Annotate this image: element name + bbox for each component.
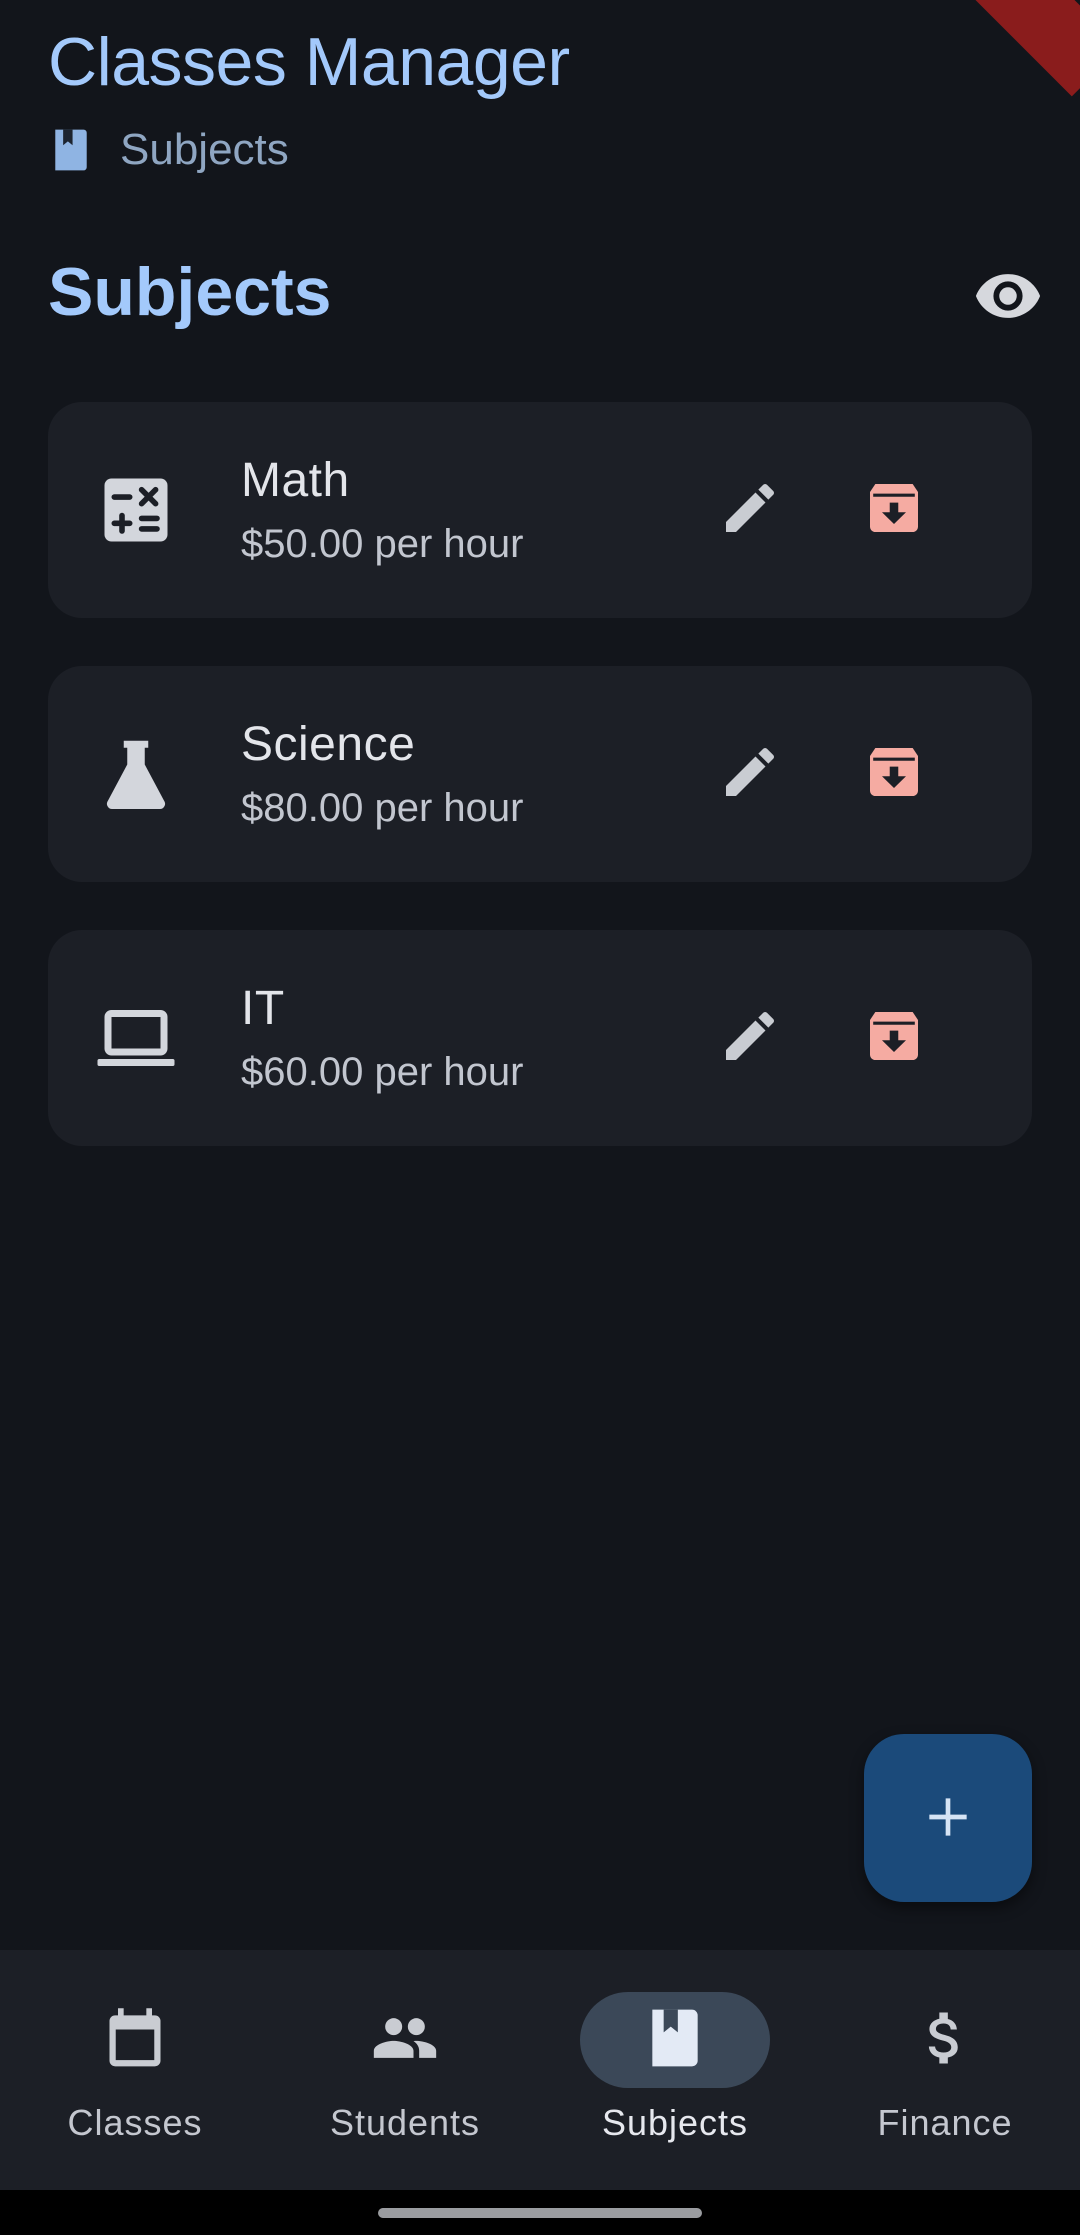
nav-item-subjects[interactable]: Subjects xyxy=(540,1950,810,2190)
subject-name: Science xyxy=(241,718,416,771)
edit-subject-button[interactable] xyxy=(710,470,790,550)
breadcrumb-label: Subjects xyxy=(120,125,289,174)
subject-rate: $80.00 per hour xyxy=(241,786,524,830)
pencil-icon xyxy=(718,1004,782,1073)
nav-item-finance[interactable]: Finance xyxy=(810,1950,1080,2190)
subject-name: IT xyxy=(241,982,285,1035)
subject-card-science[interactable]: Science $80.00 per hour xyxy=(48,666,1032,882)
archive-icon xyxy=(862,476,926,545)
subject-list: Math $50.00 per hour Science $80.00 per … xyxy=(48,402,1032,1194)
subject-rate: $60.00 per hour xyxy=(241,1050,524,1094)
nav-label: Subjects xyxy=(601,2102,749,2143)
archive-subject-button[interactable] xyxy=(854,998,934,1078)
subject-rate: $50.00 per hour xyxy=(241,522,524,566)
debug-banner xyxy=(958,0,1080,97)
home-indicator[interactable] xyxy=(378,2208,702,2218)
pencil-icon xyxy=(718,476,782,545)
book-icon xyxy=(52,128,90,172)
calendar-icon xyxy=(101,2004,169,2077)
subject-name: Math xyxy=(241,454,350,507)
plus-icon xyxy=(920,1789,976,1848)
breadcrumb: Subjects xyxy=(52,122,289,178)
add-subject-button[interactable] xyxy=(864,1734,1032,1902)
calculator-icon xyxy=(94,468,178,552)
flask-icon xyxy=(94,732,178,816)
archive-subject-button[interactable] xyxy=(854,734,934,814)
nav-label: Finance xyxy=(877,2102,1013,2143)
people-icon xyxy=(371,2004,439,2077)
nav-item-classes[interactable]: Classes xyxy=(0,1950,270,2190)
nav-label: Students xyxy=(329,2102,481,2143)
book-icon xyxy=(641,2004,709,2077)
archive-icon xyxy=(862,1004,926,1073)
nav-item-students[interactable]: Students xyxy=(270,1950,540,2190)
pencil-icon xyxy=(718,740,782,809)
subject-card-it[interactable]: IT $60.00 per hour xyxy=(48,930,1032,1146)
edit-subject-button[interactable] xyxy=(710,998,790,1078)
subject-card-math[interactable]: Math $50.00 per hour xyxy=(48,402,1032,618)
eye-icon xyxy=(973,261,1043,336)
nav-label: Classes xyxy=(67,2102,203,2143)
dollar-icon xyxy=(911,2004,979,2077)
system-navigation-bar xyxy=(0,2190,1080,2235)
laptop-icon xyxy=(94,996,178,1080)
bottom-navigation: Classes Students Subjects Finance xyxy=(0,1950,1080,2190)
archive-subject-button[interactable] xyxy=(854,470,934,550)
section-title: Subjects xyxy=(48,254,332,330)
app-title: Classes Manager xyxy=(48,24,570,100)
toggle-visibility-button[interactable] xyxy=(966,256,1050,340)
edit-subject-button[interactable] xyxy=(710,734,790,814)
archive-icon xyxy=(862,740,926,809)
